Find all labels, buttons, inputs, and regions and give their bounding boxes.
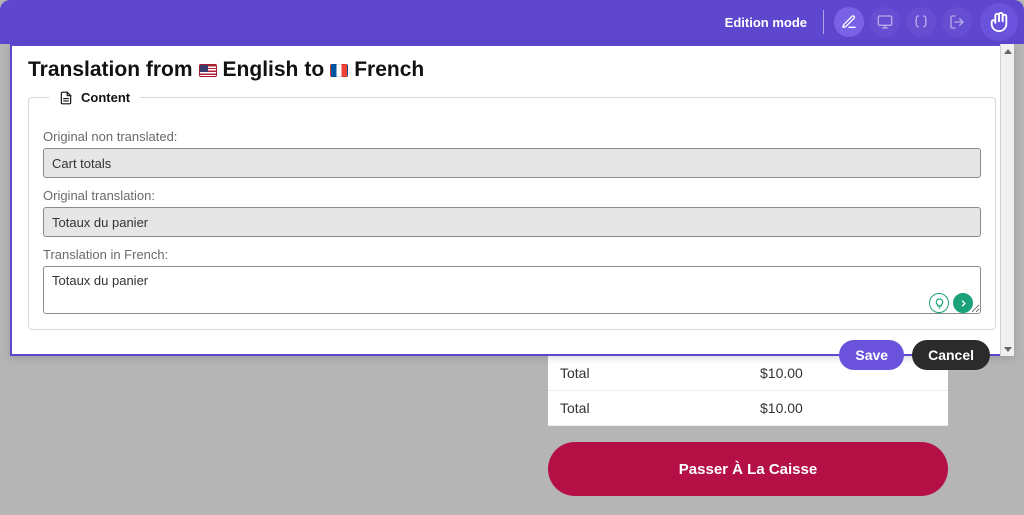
mode-label: Edition mode	[725, 15, 807, 30]
brand-button[interactable]	[980, 3, 1018, 41]
modal-vertical-scrollbar[interactable]	[1000, 44, 1014, 356]
suggest-button[interactable]	[929, 293, 949, 313]
save-button[interactable]: Save	[839, 340, 904, 370]
toolbar-separator	[823, 10, 824, 34]
source-language: English	[223, 58, 299, 82]
hand-icon	[988, 11, 1010, 33]
label-original-translation: Original translation:	[43, 188, 981, 203]
checkout-button[interactable]: Passer À La Caisse	[548, 442, 948, 496]
underlying-cart-panel: Total $10.00 Total $10.00 Passer À La Ca…	[548, 356, 948, 496]
pencil-icon	[841, 14, 857, 30]
checkout-label: Passer À La Caisse	[679, 461, 817, 478]
translation-modal: Translation from English to French Conte…	[10, 44, 1014, 356]
lightbulb-icon	[934, 298, 945, 309]
chevron-down-icon	[1004, 347, 1012, 352]
title-prefix: Translation from	[28, 58, 193, 82]
content-legend-text: Content	[81, 90, 130, 105]
modal-title: Translation from English to French	[28, 58, 996, 82]
modal-actions: Save Cancel	[28, 340, 996, 370]
content-fieldset: Content Original non translated: Origina…	[28, 90, 996, 330]
textarea-tools	[929, 293, 973, 313]
label-translation-in-dst: Translation in French:	[43, 247, 981, 262]
us-flag-icon	[199, 64, 217, 77]
preview-mode-button[interactable]	[870, 7, 900, 37]
original-translation-input	[43, 207, 981, 237]
apply-button[interactable]	[953, 293, 973, 313]
fr-flag-icon	[330, 64, 348, 77]
table-row: Total $10.00	[548, 391, 948, 426]
chevron-up-icon	[1004, 49, 1012, 54]
scrollbar-down[interactable]	[1001, 342, 1014, 356]
translation-textarea-wrap	[43, 266, 981, 319]
exit-button[interactable]	[942, 7, 972, 37]
code-mode-button[interactable]	[906, 7, 936, 37]
row-value: $10.00	[748, 391, 948, 426]
original-non-translated-input	[43, 148, 981, 178]
dest-language: French	[354, 58, 424, 82]
edit-mode-button[interactable]	[834, 7, 864, 37]
translation-input[interactable]	[43, 266, 981, 314]
document-icon	[59, 91, 73, 105]
content-legend: Content	[49, 90, 140, 105]
scrollbar-up[interactable]	[1001, 44, 1014, 58]
code-braces-icon	[913, 14, 929, 30]
label-original-non-translated: Original non translated:	[43, 129, 981, 144]
arrow-right-icon	[958, 298, 969, 309]
cancel-button[interactable]: Cancel	[912, 340, 990, 370]
top-toolbar: Edition mode	[0, 0, 1024, 44]
desktop-icon	[877, 14, 893, 30]
exit-icon	[949, 14, 965, 30]
row-label: Total	[548, 391, 748, 426]
title-to: to	[304, 58, 324, 82]
